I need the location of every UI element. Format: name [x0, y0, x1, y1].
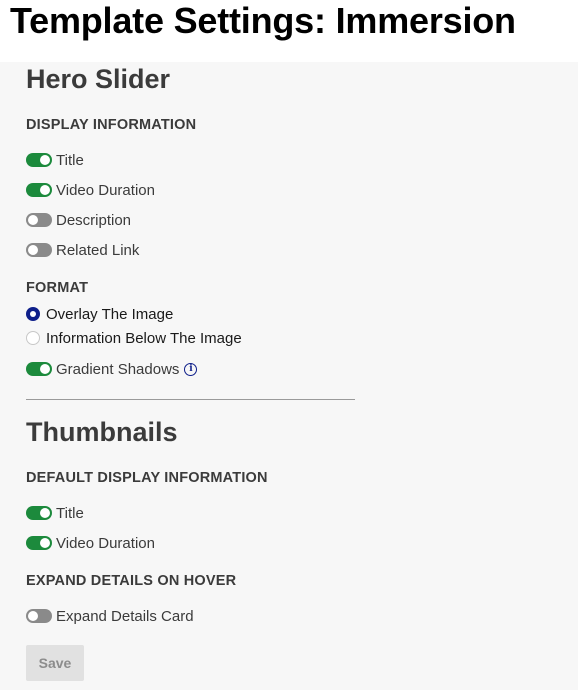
thumb-title-toggle[interactable] [26, 506, 52, 520]
hero-description-toggle[interactable] [26, 213, 52, 227]
expand-details-toggle-row[interactable]: Expand Details Card [26, 606, 194, 626]
toggle-knob [40, 155, 50, 165]
gradient-shadows-toggle-row[interactable]: Gradient Shadows i [26, 359, 198, 379]
info-below-image-radio-row[interactable]: Information Below The Image [26, 328, 242, 348]
thumb-title-toggle-row[interactable]: Title [26, 503, 84, 523]
display-information-heading: DISPLAY INFORMATION [26, 117, 197, 133]
thumb-video-duration-label: Video Duration [56, 534, 155, 552]
default-display-information-heading: DEFAULT DISPLAY INFORMATION [26, 470, 268, 486]
thumb-video-duration-toggle-row[interactable]: Video Duration [26, 533, 155, 553]
info-below-image-label: Information Below The Image [46, 329, 242, 347]
hero-video-duration-toggle[interactable] [26, 183, 52, 197]
hero-description-label: Description [56, 211, 132, 229]
expand-details-heading: EXPAND DETAILS ON HOVER [26, 573, 237, 589]
toggle-knob [28, 245, 38, 255]
overlay-image-radio[interactable] [26, 307, 40, 321]
toggle-knob [40, 508, 50, 518]
expand-details-toggle[interactable] [26, 609, 52, 623]
thumb-title-label: Title [56, 504, 84, 522]
thumb-video-duration-toggle[interactable] [26, 536, 52, 550]
toggle-knob [28, 611, 38, 621]
info-icon[interactable]: i [184, 362, 198, 376]
save-button[interactable]: Save [26, 645, 84, 681]
hero-related-link-toggle-row[interactable]: Related Link [26, 240, 139, 260]
toggle-knob [40, 538, 50, 548]
hero-title-toggle-row[interactable]: Title [26, 150, 84, 170]
overlay-image-label: Overlay The Image [46, 305, 174, 323]
hero-related-link-toggle[interactable] [26, 243, 52, 257]
hero-title-label: Title [56, 151, 84, 169]
hero-description-toggle-row[interactable]: Description [26, 210, 131, 230]
expand-details-label: Expand Details Card [56, 607, 194, 625]
hero-slider-title: Hero Slider [26, 64, 171, 94]
gradient-shadows-label: Gradient Shadows [56, 360, 180, 378]
hero-related-link-label: Related Link [56, 241, 140, 259]
info-below-image-radio[interactable] [26, 331, 40, 345]
thumbnails-title: Thumbnails [26, 417, 178, 447]
format-heading: FORMAT [26, 280, 89, 296]
toggle-knob [40, 364, 50, 374]
gradient-shadows-toggle[interactable] [26, 362, 52, 376]
overlay-image-radio-row[interactable]: Overlay The Image [26, 304, 173, 324]
page-title: Template Settings: Immersion [10, 0, 516, 41]
toggle-knob [28, 215, 38, 225]
toggle-knob [40, 185, 50, 195]
hero-video-duration-toggle-row[interactable]: Video Duration [26, 180, 155, 200]
hero-title-toggle[interactable] [26, 153, 52, 167]
section-divider [26, 399, 355, 400]
hero-video-duration-label: Video Duration [56, 181, 155, 199]
